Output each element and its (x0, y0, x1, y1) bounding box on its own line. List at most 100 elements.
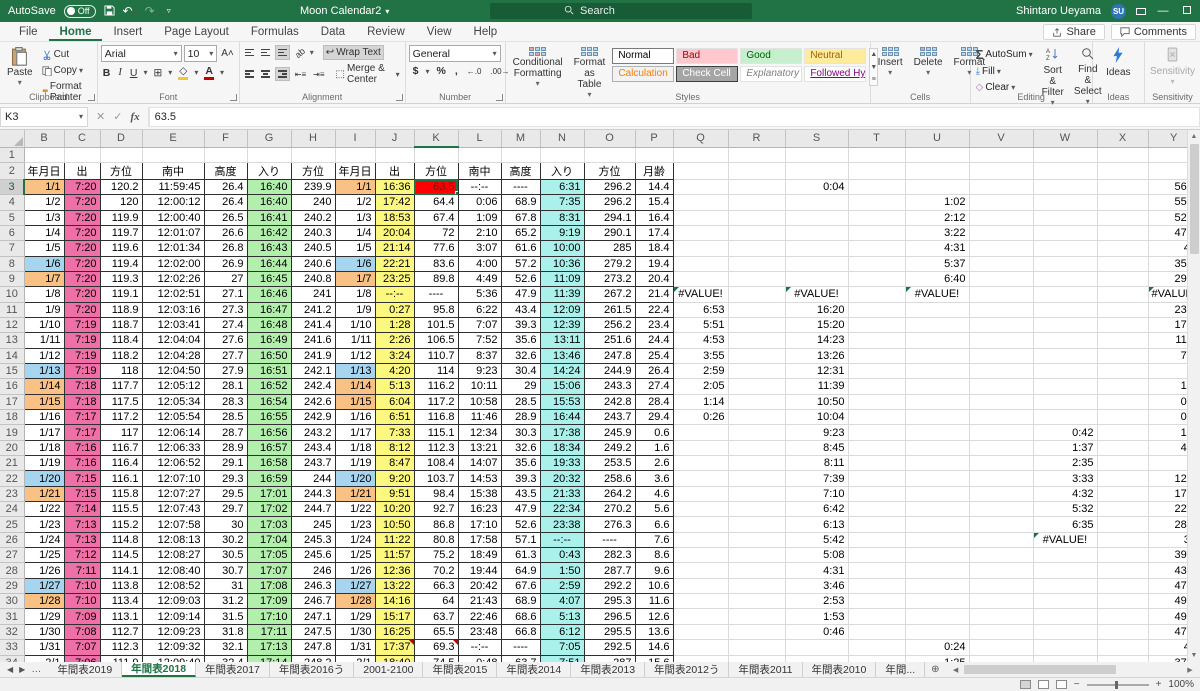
cell-F12[interactable]: 27.4 (204, 317, 247, 332)
cell-E30[interactable]: 12:09:03 (142, 594, 204, 609)
cell-P8[interactable]: 19.4 (635, 256, 673, 271)
cell-S30[interactable]: 2:53 (785, 594, 848, 609)
cell-G6[interactable]: 16:42 (247, 225, 291, 240)
cell-I11[interactable]: 1/9 (335, 302, 375, 317)
cell-H22[interactable]: 244 (291, 471, 335, 486)
cell-N15[interactable]: 14:24 (540, 363, 584, 378)
cell-P33[interactable]: 14.6 (635, 640, 673, 655)
cell-J17[interactable]: 6:04 (375, 394, 414, 409)
cell-I14[interactable]: 1/12 (335, 348, 375, 363)
cell-S22[interactable]: 7:39 (785, 471, 848, 486)
cell-P14[interactable]: 25.4 (635, 348, 673, 363)
ribbon-tab-insert[interactable]: Insert (102, 24, 153, 41)
cell-Q3[interactable] (673, 179, 728, 194)
cell-U18[interactable] (905, 410, 969, 425)
cell-C32[interactable]: 7:08 (64, 624, 100, 639)
paste-button[interactable]: Paste▾ (3, 45, 37, 90)
cell-J24[interactable]: 10:20 (375, 502, 414, 517)
cell-T1[interactable] (848, 147, 905, 162)
cell-D14[interactable]: 118.2 (100, 348, 142, 363)
cell-N21[interactable]: 19:33 (540, 456, 584, 471)
cell-U23[interactable] (905, 486, 969, 501)
cell-K32[interactable]: 65.5 (414, 624, 458, 639)
cell-X9[interactable] (1097, 271, 1148, 286)
sheet-tab[interactable]: 年間表2013 (571, 662, 645, 677)
font-size-combo[interactable]: 10▾ (184, 45, 218, 62)
zoom-in-icon[interactable]: + (1156, 680, 1162, 690)
cell-S12[interactable]: 15:20 (785, 317, 848, 332)
cell-Q27[interactable] (673, 548, 728, 563)
ribbon-tab-file[interactable]: File (8, 24, 49, 41)
cell-L25[interactable]: 17:10 (458, 517, 501, 532)
column-header-H[interactable]: H (291, 130, 335, 147)
cell-R13[interactable] (728, 333, 785, 348)
cell-B26[interactable]: 1/24 (24, 532, 64, 547)
cell-X32[interactable] (1097, 624, 1148, 639)
cell-K19[interactable]: 115.1 (414, 425, 458, 440)
cell-U15[interactable] (905, 363, 969, 378)
cell-O4[interactable]: 296.2 (584, 195, 635, 210)
cell-W10[interactable] (1033, 287, 1097, 302)
cell-O9[interactable]: 273.2 (584, 271, 635, 286)
cell-Q13[interactable]: 4:53 (673, 333, 728, 348)
cell-K8[interactable]: 83.6 (414, 256, 458, 271)
cell-E19[interactable]: 12:06:14 (142, 425, 204, 440)
sheet-tab[interactable]: 年間表2010 (803, 662, 877, 677)
cell-V20[interactable] (969, 440, 1033, 455)
column-header-L[interactable]: L (458, 130, 501, 147)
cell-M17[interactable]: 28.5 (501, 394, 540, 409)
row-header-2[interactable]: 2 (0, 162, 24, 179)
cell-F23[interactable]: 29.5 (204, 486, 247, 501)
bold-icon[interactable]: B (101, 66, 113, 80)
cell-V6[interactable] (969, 225, 1033, 240)
cell-G7[interactable]: 16:43 (247, 241, 291, 256)
cell-H9[interactable]: 240.8 (291, 271, 335, 286)
sheet-tab[interactable]: 年間... (876, 662, 925, 677)
zoom-out-icon[interactable]: − (1074, 680, 1080, 690)
cell-J11[interactable]: 0:27 (375, 302, 414, 317)
cell-U22[interactable] (905, 471, 969, 486)
cell-C33[interactable]: 7:07 (64, 640, 100, 655)
cell-P6[interactable]: 17.4 (635, 225, 673, 240)
cell-U27[interactable] (905, 548, 969, 563)
cell-R29[interactable] (728, 578, 785, 593)
cell-W31[interactable] (1033, 609, 1097, 624)
cell-W13[interactable] (1033, 333, 1097, 348)
cell-N8[interactable]: 10:36 (540, 256, 584, 271)
cell-I18[interactable]: 1/16 (335, 410, 375, 425)
cell-R25[interactable] (728, 517, 785, 532)
cell-V16[interactable] (969, 379, 1033, 394)
cell-V22[interactable] (969, 471, 1033, 486)
cell-L8[interactable]: 4:00 (458, 256, 501, 271)
cell-F24[interactable]: 29.7 (204, 502, 247, 517)
row-header-24[interactable]: 24 (0, 502, 24, 517)
column-header-J[interactable]: J (375, 130, 414, 147)
copy-button[interactable]: Copy ▾ (40, 64, 94, 77)
sheet-tab[interactable]: 年間表2016う (270, 662, 354, 677)
cell-K5[interactable]: 67.4 (414, 210, 458, 225)
cell-X4[interactable] (1097, 195, 1148, 210)
cell-N27[interactable]: 0:43 (540, 548, 584, 563)
sheet-tab[interactable]: 年間表2015 (423, 662, 497, 677)
cell-V3[interactable] (969, 179, 1033, 194)
cell-M34[interactable]: 63.7 (501, 655, 540, 662)
cell-L10[interactable]: 5:36 (458, 287, 501, 302)
cell-G9[interactable]: 16:45 (247, 271, 291, 286)
cell-H20[interactable]: 243.4 (291, 440, 335, 455)
cell-Q32[interactable] (673, 624, 728, 639)
cell-W9[interactable] (1033, 271, 1097, 286)
column-header-X[interactable]: X (1097, 130, 1148, 147)
cell-J27[interactable]: 11:57 (375, 548, 414, 563)
undo-icon[interactable]: ↶▾ (123, 5, 137, 17)
cell-P17[interactable]: 28.4 (635, 394, 673, 409)
cell-I4[interactable]: 1/2 (335, 195, 375, 210)
cell-V21[interactable] (969, 456, 1033, 471)
cell-L21[interactable]: 14:07 (458, 456, 501, 471)
cell-E25[interactable]: 12:07:58 (142, 517, 204, 532)
cell-J15[interactable]: 4:20 (375, 363, 414, 378)
cell-B20[interactable]: 1/18 (24, 440, 64, 455)
cell-B19[interactable]: 1/17 (24, 425, 64, 440)
cell-E9[interactable]: 12:02:26 (142, 271, 204, 286)
cell-W14[interactable] (1033, 348, 1097, 363)
cell-T22[interactable] (848, 471, 905, 486)
